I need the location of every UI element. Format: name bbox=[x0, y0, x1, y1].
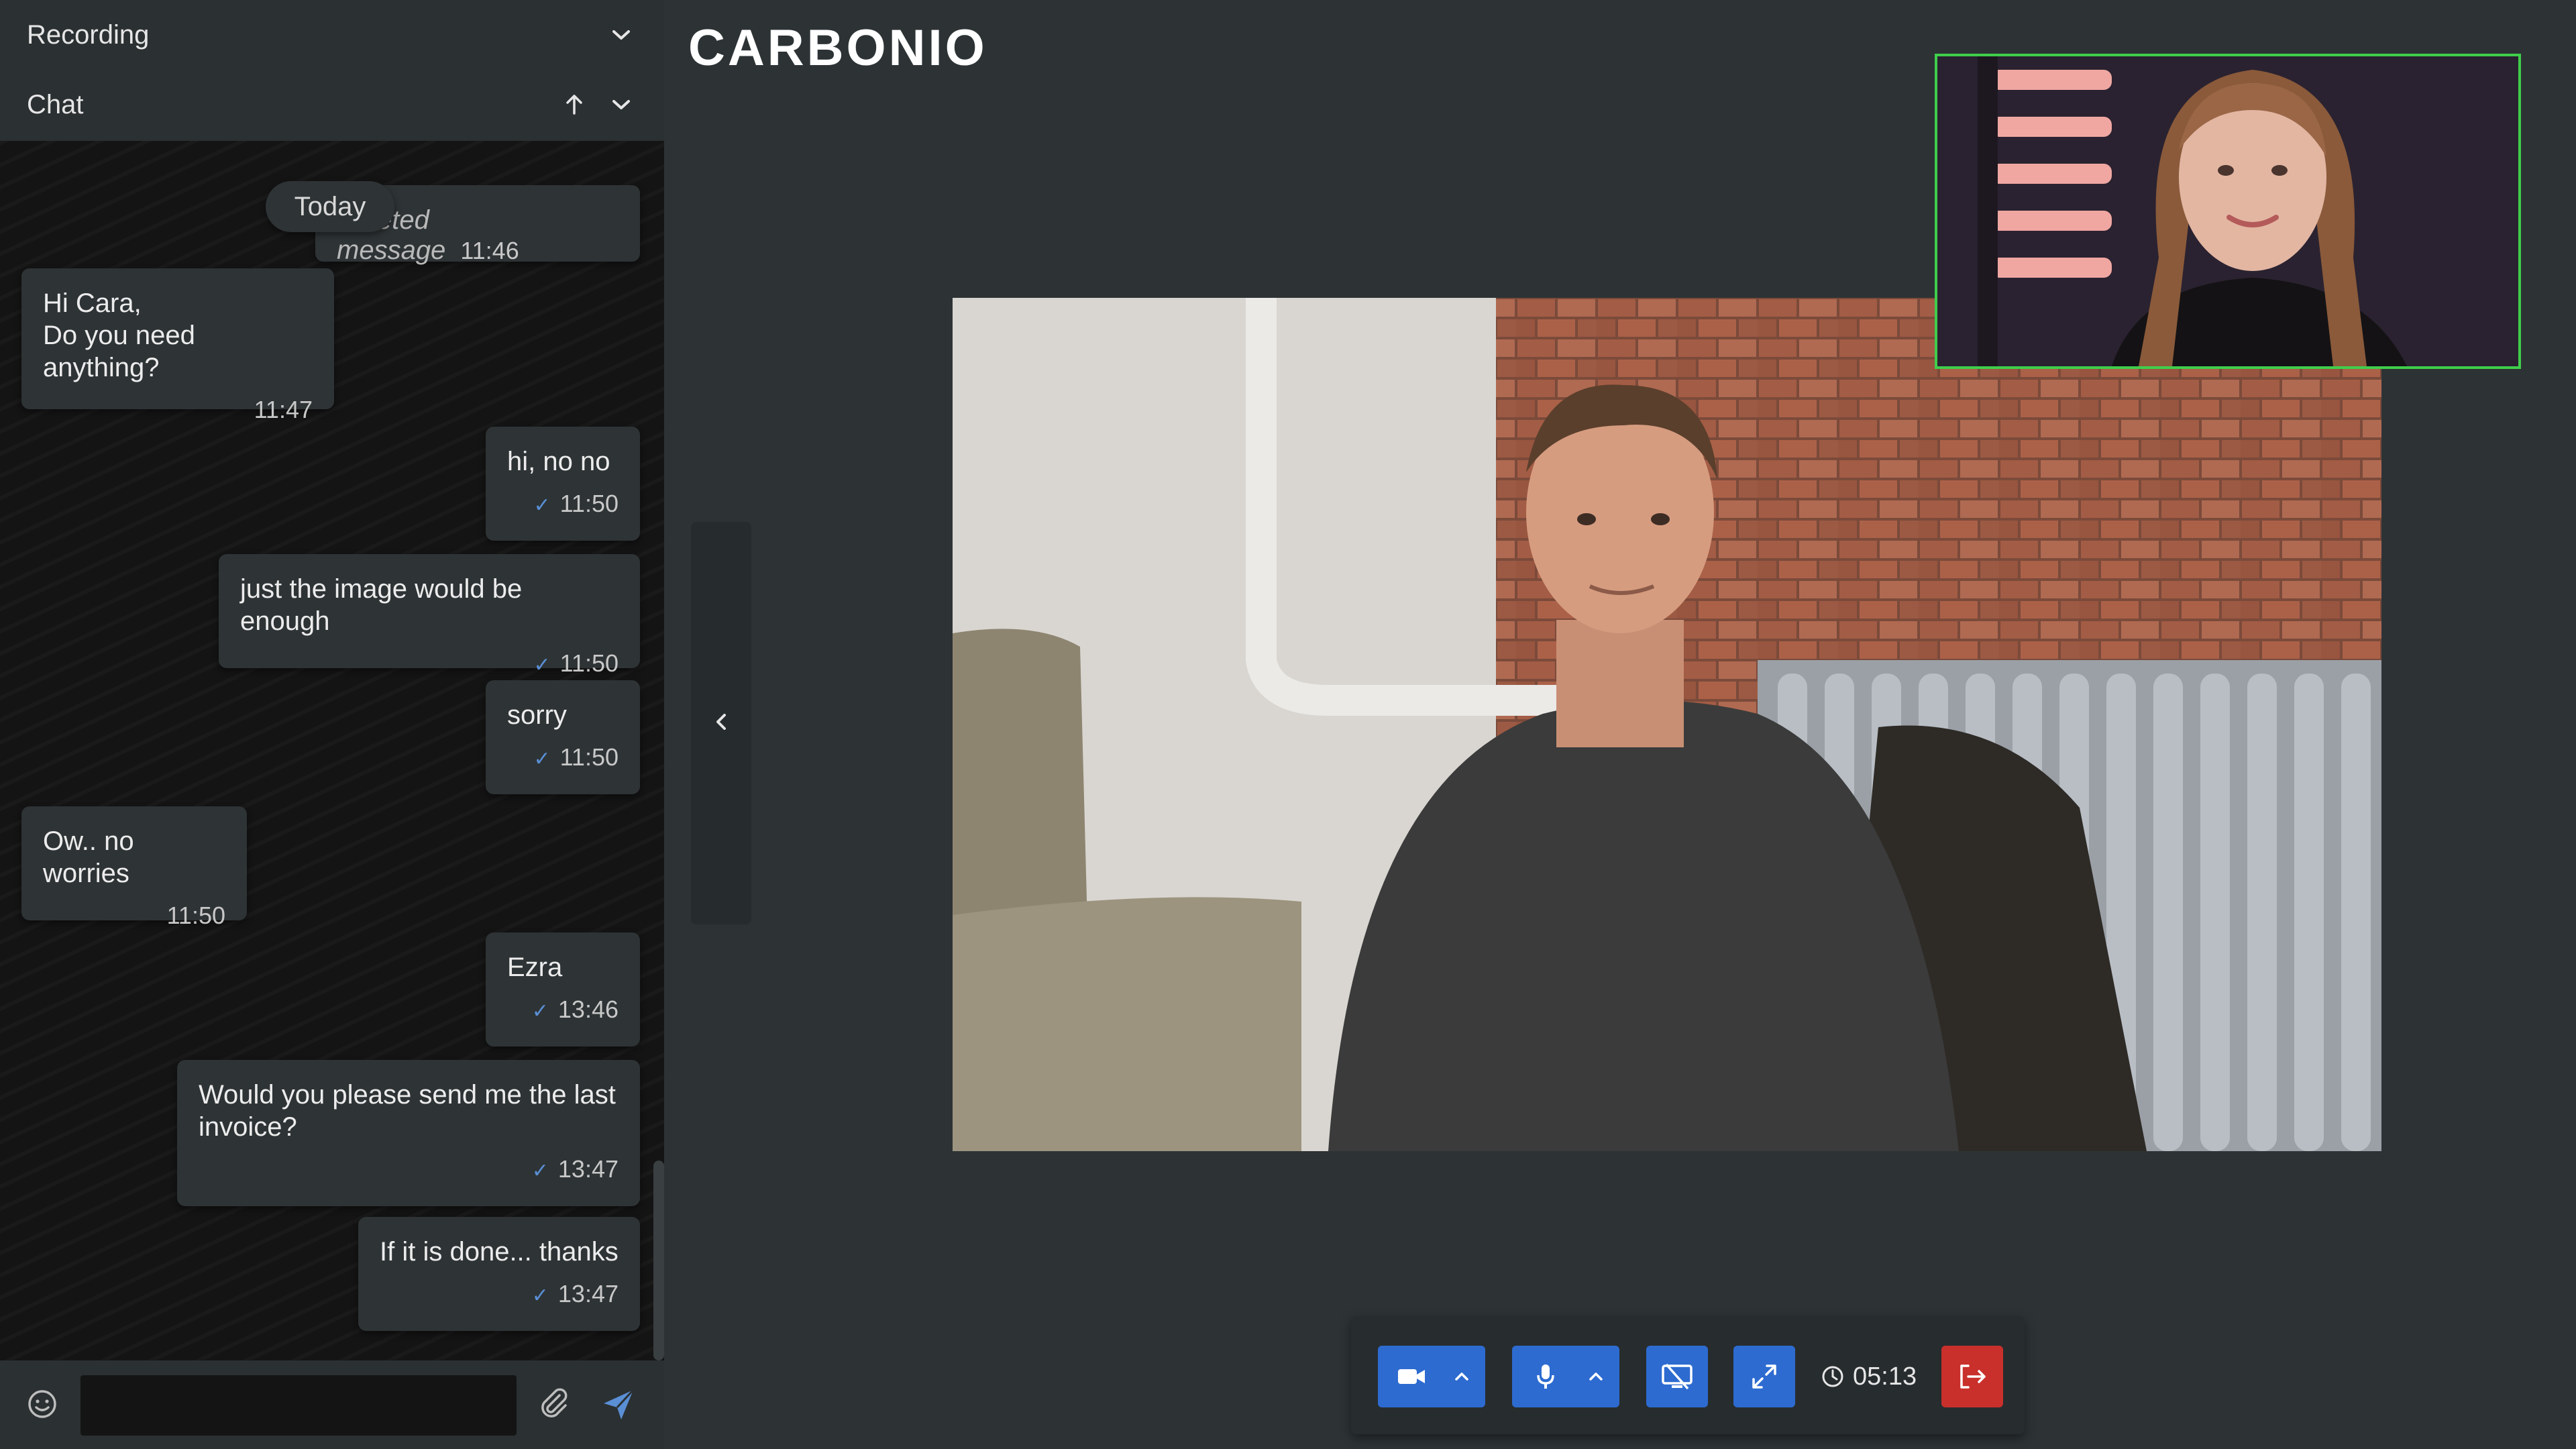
message-meta: 11:47 bbox=[43, 396, 313, 424]
read-check-icon: ✓ bbox=[533, 494, 551, 517]
message-text: just the image would be enough bbox=[240, 574, 523, 636]
message-incoming: Hi Cara, Do you need anything? 11:47 bbox=[21, 268, 334, 423]
message-meta: ✓ 13:46 bbox=[507, 996, 619, 1024]
chevron-up-icon bbox=[1589, 1373, 1603, 1381]
message-text: Ezra bbox=[507, 953, 563, 982]
fullscreen-button[interactable] bbox=[1733, 1346, 1795, 1407]
read-check-icon: ✓ bbox=[531, 1160, 549, 1182]
expand-icon bbox=[1752, 1364, 1776, 1389]
chat-history[interactable]: Deleted message11:46 Today Hi Cara,Do yo… bbox=[0, 141, 664, 1360]
message-outgoing: sorry ✓ 11:50 bbox=[486, 680, 640, 794]
message-text: Ow.. no worries bbox=[43, 826, 134, 888]
call-controls: 05:13 bbox=[1351, 1316, 2025, 1434]
send-icon[interactable] bbox=[598, 1385, 639, 1425]
read-check-icon: ✓ bbox=[533, 748, 551, 770]
read-check-icon: ✓ bbox=[531, 1000, 549, 1022]
clock-icon bbox=[1822, 1366, 1843, 1387]
call-timer: 05:13 bbox=[1821, 1346, 1917, 1407]
date-separator: Today bbox=[266, 181, 394, 232]
message-outgoing: hi, no no ✓ 11:50 bbox=[486, 427, 640, 541]
chevron-up-icon bbox=[1455, 1373, 1468, 1381]
participant-video bbox=[953, 298, 2381, 1151]
main-video-tile[interactable] bbox=[953, 298, 2381, 1151]
emoji-icon[interactable] bbox=[25, 1387, 59, 1421]
leave-call-button[interactable] bbox=[1941, 1346, 2003, 1407]
leave-icon bbox=[1960, 1364, 1986, 1389]
screen-share-button[interactable] bbox=[1646, 1346, 1708, 1407]
screen-share-off-icon bbox=[1662, 1363, 1693, 1390]
microphone-toggle-button[interactable] bbox=[1515, 1346, 1576, 1407]
carbonio-logo: CARBONIO bbox=[688, 19, 987, 76]
message-time: 13:47 bbox=[557, 1155, 619, 1183]
message-composer bbox=[0, 1360, 664, 1449]
message-text: Would you please send me the last invoice… bbox=[199, 1080, 616, 1142]
message-meta: ✓ 11:50 bbox=[507, 743, 619, 771]
microphone-options-button[interactable] bbox=[1576, 1346, 1616, 1407]
message-meta: ✓ 11:50 bbox=[240, 649, 619, 678]
microphone-icon bbox=[1537, 1364, 1554, 1389]
message-time: 11:46 bbox=[460, 237, 519, 264]
message-meta: ✓ 13:47 bbox=[380, 1280, 619, 1308]
message-input[interactable] bbox=[80, 1375, 517, 1436]
camera-button-group bbox=[1378, 1346, 1485, 1407]
message-outgoing: Would you please send me the last invoice… bbox=[177, 1060, 640, 1206]
camera-options-button[interactable] bbox=[1442, 1346, 1482, 1407]
paperclip-icon[interactable] bbox=[537, 1386, 572, 1421]
message-text: sorry bbox=[507, 700, 567, 730]
message-time: 13:47 bbox=[557, 1280, 619, 1307]
message-meta: ✓ 13:47 bbox=[199, 1155, 619, 1183]
message-meta: 11:50 bbox=[43, 902, 225, 930]
participant-video bbox=[1937, 56, 2518, 366]
recording-section-header[interactable]: Recording bbox=[0, 0, 664, 70]
microphone-button-group bbox=[1512, 1346, 1619, 1407]
message-time: 11:47 bbox=[254, 396, 313, 423]
chat-section-header[interactable]: Chat bbox=[0, 70, 664, 140]
video-camera-icon bbox=[1398, 1369, 1425, 1384]
message-text: Hi Cara, Do you need anything? bbox=[43, 288, 195, 382]
camera-toggle-button[interactable] bbox=[1381, 1346, 1442, 1407]
read-check-icon: ✓ bbox=[531, 1285, 549, 1307]
chevron-down-icon[interactable] bbox=[605, 89, 637, 121]
recording-label: Recording bbox=[27, 19, 150, 50]
call-duration: 05:13 bbox=[1853, 1362, 1917, 1391]
chat-label: Chat bbox=[27, 89, 84, 119]
chevron-down-icon[interactable] bbox=[605, 19, 637, 51]
message-text: hi, no no bbox=[507, 447, 610, 476]
message-time: 13:46 bbox=[557, 996, 619, 1023]
message-time: 11:50 bbox=[166, 902, 225, 929]
arrow-up-icon[interactable] bbox=[558, 89, 590, 121]
message-time: 11:50 bbox=[559, 743, 619, 771]
self-video-tile[interactable] bbox=[1935, 54, 2521, 369]
collapse-sidebar-button[interactable] bbox=[691, 522, 751, 924]
message-meta: ✓ 11:50 bbox=[507, 490, 619, 518]
message-outgoing: just the image would be enough ✓ 11:50 bbox=[219, 554, 640, 677]
chevron-left-icon bbox=[713, 711, 729, 736]
message-outgoing: If it is done... thanks ✓ 13:47 bbox=[358, 1217, 640, 1331]
sidebar: Recording Chat Deleted message11:46 Toda… bbox=[0, 0, 664, 1449]
message-time: 11:50 bbox=[559, 490, 619, 517]
read-check-icon: ✓ bbox=[533, 654, 551, 676]
message-time: 11:50 bbox=[559, 649, 619, 677]
message-text: If it is done... thanks bbox=[380, 1237, 619, 1267]
message-incoming: Ow.. no worries 11:50 bbox=[21, 806, 247, 929]
chat-scrollbar[interactable] bbox=[653, 1161, 664, 1360]
message-outgoing: Ezra ✓ 13:46 bbox=[486, 932, 640, 1046]
